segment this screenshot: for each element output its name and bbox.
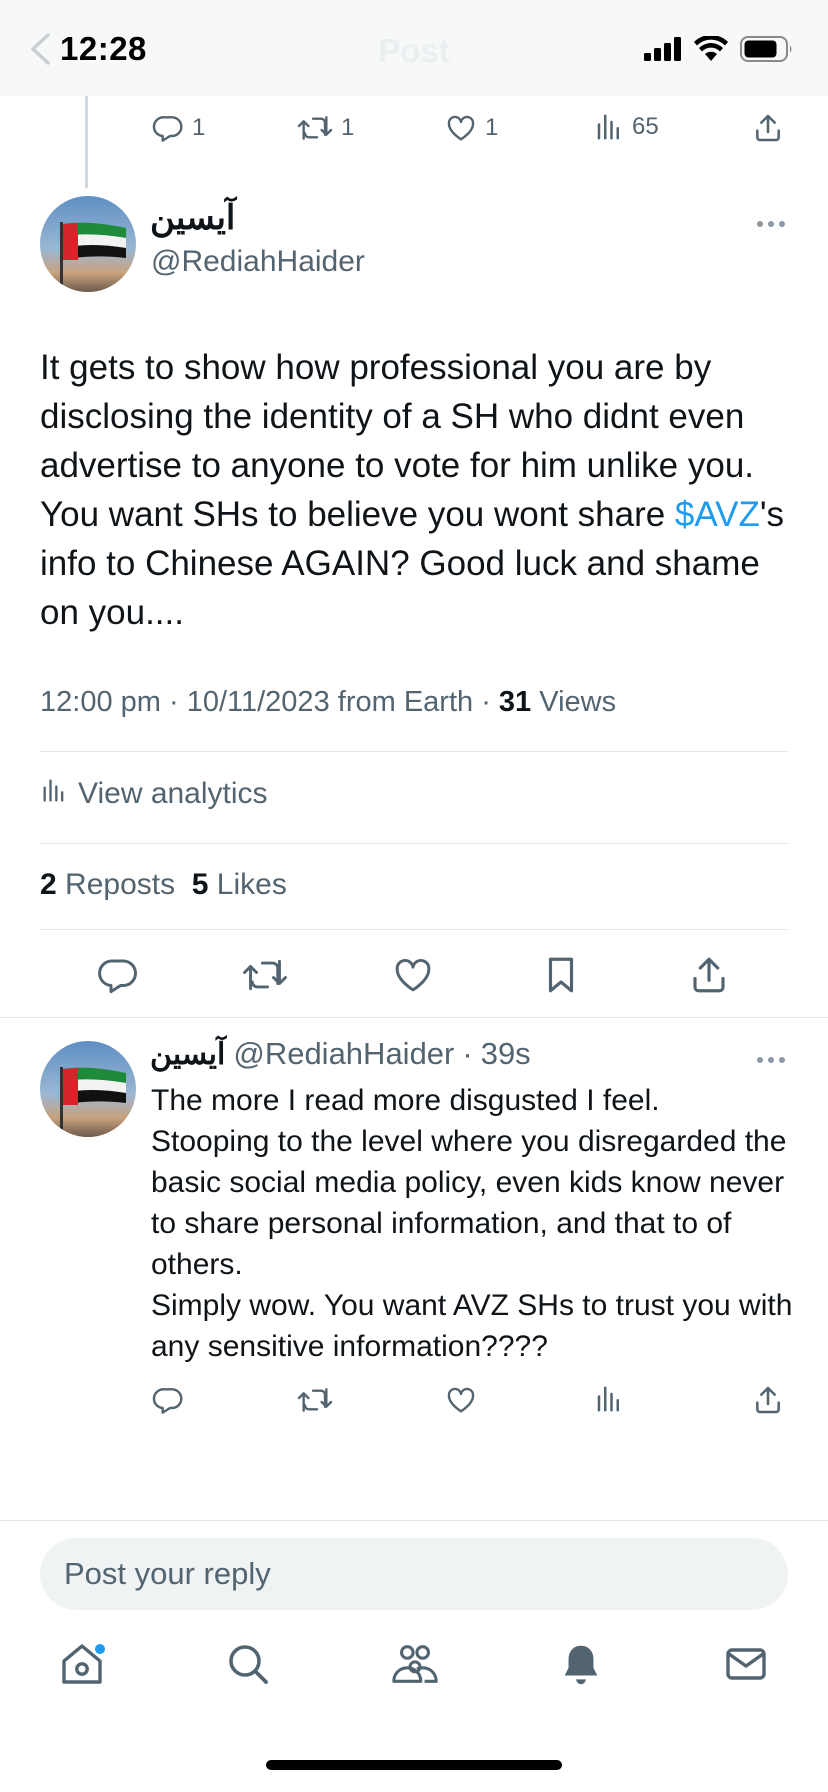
repost-count: 1 bbox=[341, 114, 355, 141]
reply-avatar[interactable] bbox=[40, 1041, 136, 1137]
post-text-start: It gets to show how professional you are… bbox=[40, 348, 755, 534]
battery-icon bbox=[740, 36, 794, 67]
composer-divider bbox=[0, 1520, 828, 1521]
post-date: 10/11/2023 bbox=[186, 686, 330, 718]
views-button[interactable]: 65 bbox=[594, 112, 659, 142]
wifi-icon bbox=[694, 34, 728, 67]
share-button[interactable] bbox=[752, 112, 784, 144]
reply-text: The more I read more disgusted I feel. S… bbox=[151, 1084, 793, 1363]
reply-action-row bbox=[0, 1384, 828, 1420]
reply-icon bbox=[152, 1384, 184, 1416]
more-icon[interactable] bbox=[756, 216, 786, 234]
reply-icon bbox=[152, 112, 184, 144]
views-number: 31 bbox=[498, 686, 532, 718]
views-icon bbox=[594, 112, 624, 142]
parent-action-row: 1 1 1 65 bbox=[0, 112, 828, 148]
repost-icon bbox=[297, 112, 333, 144]
like-count: 1 bbox=[485, 114, 499, 141]
separator-dot: · bbox=[462, 1036, 473, 1071]
status-bar: Post 12:28 bbox=[0, 0, 828, 96]
view-analytics-label: View analytics bbox=[78, 777, 268, 810]
like-icon bbox=[445, 112, 477, 144]
like-icon bbox=[445, 1384, 477, 1416]
share-button[interactable] bbox=[752, 1384, 784, 1416]
reply-button[interactable] bbox=[152, 1384, 184, 1416]
reposts-stat[interactable]: 2 Reposts bbox=[40, 868, 175, 901]
repost-icon bbox=[297, 1384, 333, 1416]
search-icon[interactable] bbox=[224, 1640, 272, 1693]
likes-stat[interactable]: 5 Likes bbox=[192, 868, 287, 901]
more-icon[interactable] bbox=[756, 1052, 786, 1070]
communities-icon[interactable] bbox=[390, 1640, 440, 1693]
share-icon[interactable] bbox=[688, 954, 730, 1001]
post-metadata: 12:00 pm · 10/11/2023 from Earth · 31 Vi… bbox=[40, 686, 617, 718]
tab-bar bbox=[0, 1640, 828, 1710]
post-time: 12:00 pm bbox=[40, 686, 161, 718]
messages-icon[interactable] bbox=[722, 1640, 770, 1693]
share-icon bbox=[752, 1384, 784, 1416]
like-button[interactable] bbox=[445, 1384, 477, 1416]
home-indicator[interactable] bbox=[266, 1760, 562, 1770]
signal-icon bbox=[644, 37, 682, 66]
views-button[interactable] bbox=[594, 1384, 624, 1414]
repost-button[interactable]: 1 bbox=[297, 112, 354, 144]
repost-icon[interactable] bbox=[242, 954, 288, 1001]
reply-display-name[interactable]: آیسین bbox=[150, 1037, 225, 1072]
post-source: from Earth bbox=[337, 686, 474, 718]
notifications-icon[interactable] bbox=[558, 1640, 604, 1693]
reply-age: 39s bbox=[480, 1036, 531, 1071]
reply-header: آیسین @RediahHaider · 39s bbox=[150, 1036, 531, 1072]
bookmark-icon[interactable] bbox=[540, 954, 582, 1001]
views-icon bbox=[594, 1384, 624, 1414]
views-label: Views bbox=[539, 686, 617, 718]
share-icon bbox=[752, 112, 784, 144]
author-display-name[interactable]: آیسین bbox=[150, 198, 235, 238]
avatar[interactable] bbox=[40, 196, 136, 292]
repost-button[interactable] bbox=[297, 1384, 333, 1416]
reposts-label: Reposts bbox=[65, 868, 176, 901]
likes-label: Likes bbox=[216, 868, 287, 901]
divider bbox=[40, 929, 788, 930]
views-count: 65 bbox=[632, 113, 659, 140]
author-handle[interactable]: @RediahHaider bbox=[151, 245, 365, 279]
post-text: It gets to show how professional you are… bbox=[40, 343, 800, 637]
divider bbox=[40, 843, 788, 844]
reply-button[interactable]: 1 bbox=[152, 112, 205, 144]
home-notification-dot bbox=[95, 1644, 105, 1654]
likes-number: 5 bbox=[191, 868, 209, 901]
cashtag-link[interactable]: $AVZ bbox=[675, 495, 760, 534]
reply-count: 1 bbox=[192, 114, 206, 141]
post-stats: 2 Reposts 5 Likes bbox=[40, 868, 287, 902]
view-analytics-link[interactable]: View analytics bbox=[40, 776, 268, 812]
reposts-number: 2 bbox=[40, 868, 57, 901]
status-time: 12:28 bbox=[60, 30, 147, 67]
analytics-icon bbox=[40, 776, 68, 812]
reply-icon[interactable] bbox=[97, 954, 139, 1001]
like-icon[interactable] bbox=[392, 954, 434, 1001]
main-action-bar bbox=[0, 954, 828, 998]
divider bbox=[0, 1017, 828, 1018]
reply-input[interactable] bbox=[40, 1538, 788, 1610]
like-button[interactable]: 1 bbox=[445, 112, 498, 144]
reply-handle[interactable]: @RediahHaider bbox=[233, 1036, 454, 1072]
divider bbox=[40, 751, 788, 752]
status-icons bbox=[644, 34, 794, 67]
